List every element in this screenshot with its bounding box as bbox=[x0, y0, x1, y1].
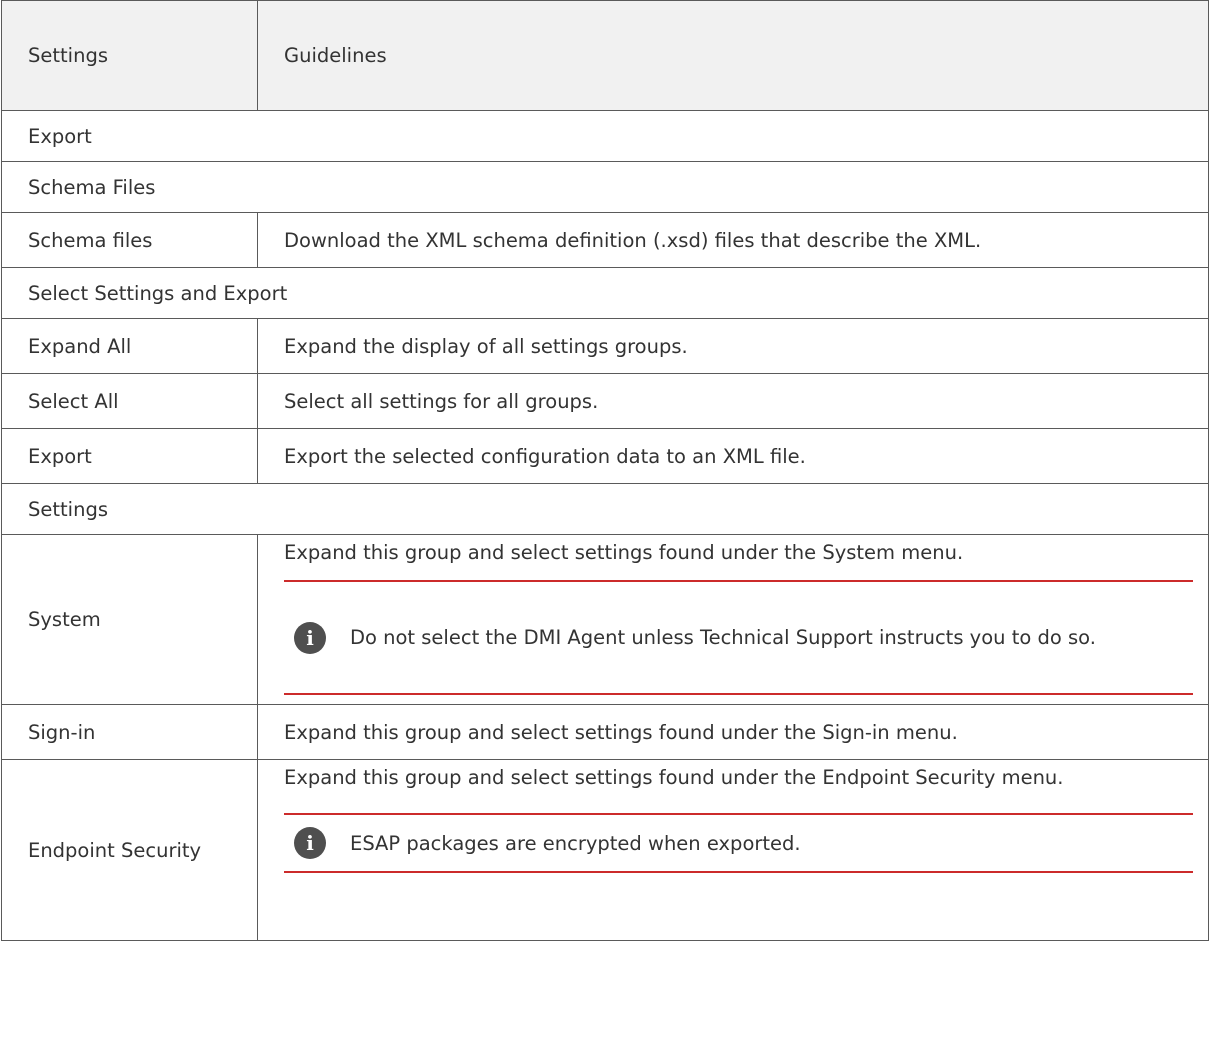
header-guidelines: Guidelines bbox=[258, 1, 1209, 111]
section-row: Schema Files bbox=[2, 162, 1209, 213]
header-settings: Settings bbox=[2, 1, 258, 111]
section-settings: Settings bbox=[2, 484, 1209, 535]
info-icon: i bbox=[294, 827, 326, 859]
section-row: Export bbox=[2, 111, 1209, 162]
section-row: Select Settings and Export bbox=[2, 268, 1209, 319]
setting-cell: Export bbox=[2, 429, 258, 484]
guideline-cell: Select all settings for all groups. bbox=[258, 374, 1209, 429]
guideline-text: Expand this group and select settings fo… bbox=[284, 760, 1208, 795]
section-export: Export bbox=[2, 111, 1209, 162]
table-row: Endpoint Security Expand this group and … bbox=[2, 760, 1209, 941]
guideline-cell: Expand the display of all settings group… bbox=[258, 319, 1209, 374]
note-text: Do not select the DMI Agent unless Techn… bbox=[350, 620, 1096, 655]
setting-cell: Sign-in bbox=[2, 705, 258, 760]
table-row: Select All Select all settings for all g… bbox=[2, 374, 1209, 429]
guideline-cell: Expand this group and select settings fo… bbox=[258, 705, 1209, 760]
setting-cell: Schema files bbox=[2, 213, 258, 268]
table-row: Expand All Expand the display of all set… bbox=[2, 319, 1209, 374]
guideline-text: Expand this group and select settings fo… bbox=[284, 535, 1208, 570]
settings-guidelines-table: Settings Guidelines Export Schema Files … bbox=[1, 0, 1209, 941]
table-row: Export Export the selected configuration… bbox=[2, 429, 1209, 484]
guideline-cell: Download the XML schema definition (.xsd… bbox=[258, 213, 1209, 268]
setting-cell: Expand All bbox=[2, 319, 258, 374]
setting-cell: Select All bbox=[2, 374, 258, 429]
note-text: ESAP packages are encrypted when exporte… bbox=[350, 826, 801, 861]
table-row: Sign-in Expand this group and select set… bbox=[2, 705, 1209, 760]
section-row: Settings bbox=[2, 484, 1209, 535]
note-box: i Do not select the DMI Agent unless Tec… bbox=[284, 580, 1193, 695]
guideline-cell: Expand this group and select settings fo… bbox=[258, 760, 1209, 941]
section-select-settings: Select Settings and Export bbox=[2, 268, 1209, 319]
table-row: System Expand this group and select sett… bbox=[2, 535, 1209, 705]
info-icon: i bbox=[294, 622, 326, 654]
setting-cell: Endpoint Security bbox=[2, 760, 258, 941]
guideline-cell: Export the selected configuration data t… bbox=[258, 429, 1209, 484]
table-row: Schema files Download the XML schema def… bbox=[2, 213, 1209, 268]
setting-cell: System bbox=[2, 535, 258, 705]
section-schema-files: Schema Files bbox=[2, 162, 1209, 213]
table-header-row: Settings Guidelines bbox=[2, 1, 1209, 111]
guideline-cell: Expand this group and select settings fo… bbox=[258, 535, 1209, 705]
note-box: i ESAP packages are encrypted when expor… bbox=[284, 813, 1193, 873]
